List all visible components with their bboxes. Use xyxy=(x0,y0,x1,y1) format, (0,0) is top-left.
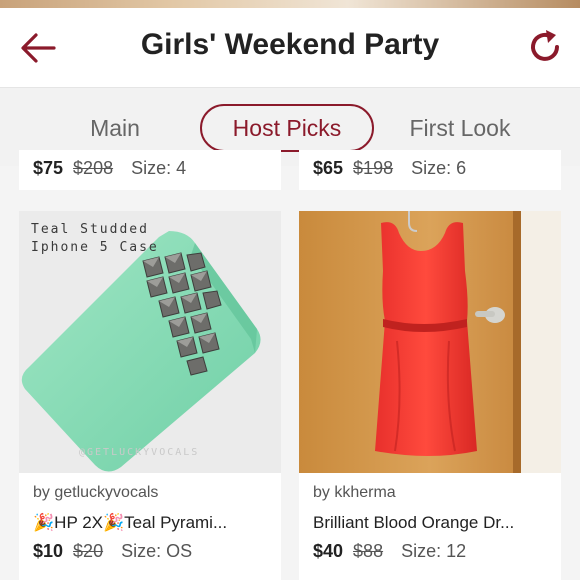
tab-main[interactable]: Main xyxy=(70,104,160,152)
listing-card[interactable]: by kkherma Brilliant Blood Orange Dr... … xyxy=(299,211,561,580)
previous-photo-strip xyxy=(0,0,580,8)
tab-host-picks[interactable]: Host Picks xyxy=(200,104,374,152)
listing-price: $75 xyxy=(33,158,64,178)
tab-first-look[interactable]: First Look xyxy=(390,104,530,152)
original-price: $88 xyxy=(353,541,384,561)
original-price: $20 xyxy=(73,541,104,561)
dress-image xyxy=(299,211,561,473)
listing-price: $10 xyxy=(33,541,64,561)
listing-title[interactable]: Brilliant Blood Orange Dr... xyxy=(313,513,514,533)
photo-caption: Teal Studded Iphone 5 Case xyxy=(31,221,159,257)
header: Girls' Weekend Party xyxy=(0,8,580,88)
listing-size: Size: 12 xyxy=(401,541,467,561)
original-price: $198 xyxy=(353,158,394,178)
photo-caption-line: Iphone 5 Case xyxy=(31,240,159,255)
listing-size: Size: 4 xyxy=(131,158,187,178)
original-price: $208 xyxy=(73,158,114,178)
listing-card[interactable]: Teal Studded Iphone 5 Case @GETLUCKYVOCA… xyxy=(19,211,281,580)
price-row: $65 $198 Size: 6 xyxy=(313,158,466,179)
listing-title[interactable]: 🎉HP 2X🎉Teal Pyrami... xyxy=(33,513,227,533)
photo-caption-line: Teal Studded xyxy=(31,222,149,237)
listing-size: Size: OS xyxy=(121,541,193,561)
listing-card[interactable]: $65 $198 Size: 6 xyxy=(299,150,561,190)
page-title: Girls' Weekend Party xyxy=(140,28,440,61)
seller-name[interactable]: by kkherma xyxy=(313,484,396,502)
listing-photo[interactable]: Teal Studded Iphone 5 Case @GETLUCKYVOCA… xyxy=(19,211,281,473)
listing-photo[interactable] xyxy=(299,211,561,473)
listing-card[interactable]: $75 $208 Size: 4 xyxy=(19,150,281,190)
refresh-button[interactable] xyxy=(524,26,566,68)
price-row: $40 $88 Size: 12 xyxy=(313,541,466,562)
price-row: $75 $208 Size: 4 xyxy=(33,158,186,179)
listing-price: $65 xyxy=(313,158,344,178)
price-row: $10 $20 Size: OS xyxy=(33,541,192,562)
listing-price: $40 xyxy=(313,541,344,561)
seller-name[interactable]: by getluckyvocals xyxy=(33,484,158,502)
photo-watermark: @GETLUCKYVOCALS xyxy=(79,447,200,458)
refresh-icon xyxy=(531,30,559,61)
listing-size: Size: 6 xyxy=(411,158,467,178)
